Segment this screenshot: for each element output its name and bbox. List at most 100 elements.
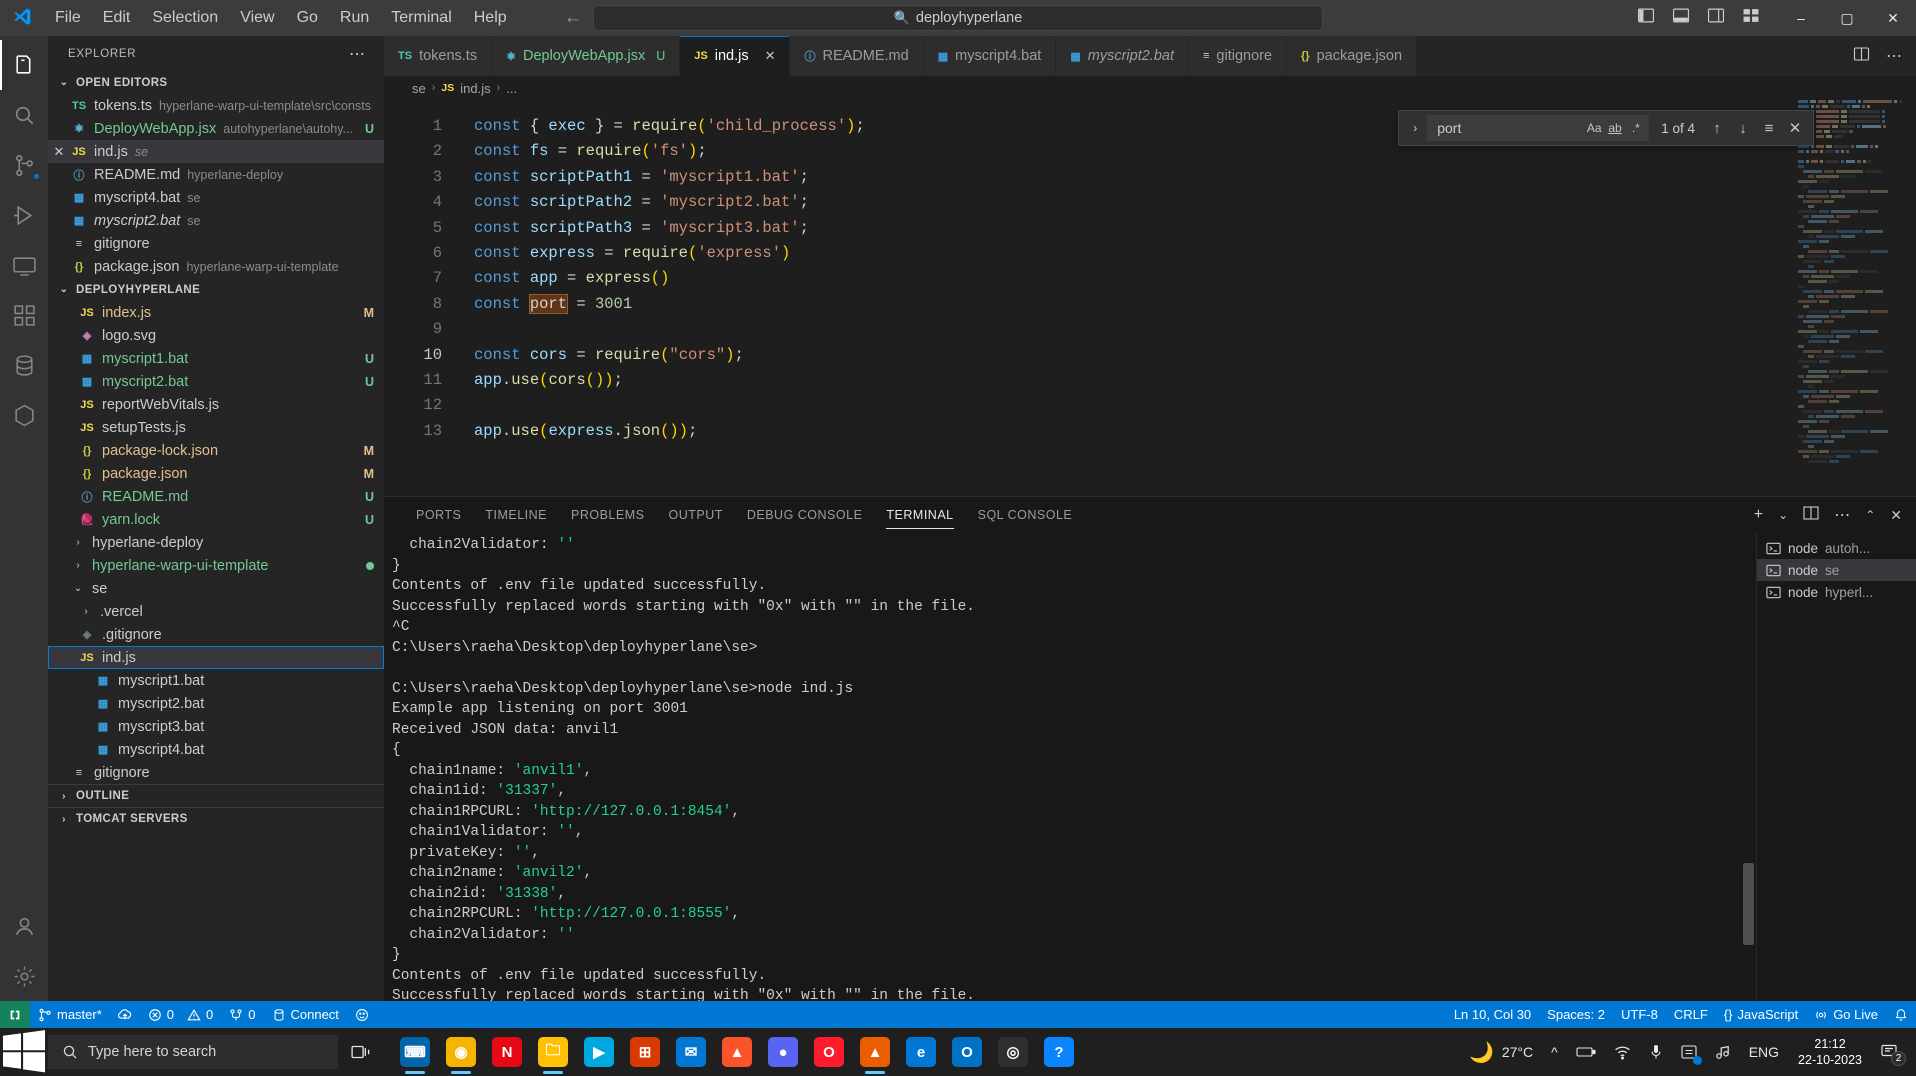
file-item[interactable]: 🧶 yarn.lock U bbox=[48, 508, 384, 531]
status-smiley[interactable] bbox=[347, 1001, 377, 1028]
activity-hyperlane[interactable] bbox=[0, 390, 48, 440]
microphone-icon[interactable] bbox=[1640, 1028, 1672, 1076]
activity-settings[interactable] bbox=[0, 951, 48, 1001]
wifi-icon[interactable] bbox=[1605, 1028, 1640, 1076]
terminal-tab[interactable]: node se bbox=[1757, 559, 1916, 581]
minimize-button[interactable]: – bbox=[1778, 0, 1824, 36]
open-editor-item[interactable]: ≡ gitignore bbox=[48, 232, 384, 255]
file-item[interactable]: JS index.js M bbox=[48, 301, 384, 324]
match-case-icon[interactable]: Aa bbox=[1586, 118, 1603, 139]
file-item[interactable]: {} package.json M bbox=[48, 462, 384, 485]
toggle-panel-icon[interactable] bbox=[1672, 7, 1690, 29]
breadcrumb-symbols[interactable]: ... bbox=[506, 81, 517, 96]
activity-run-and-debug[interactable] bbox=[0, 190, 48, 240]
activity-source-control[interactable] bbox=[0, 140, 48, 190]
open-editor-item[interactable]: ⚛ DeployWebApp.jsx autohyperlane\autohy...… bbox=[48, 117, 384, 140]
menu-terminal[interactable]: Terminal bbox=[380, 5, 462, 31]
taskbar-app-prime-video[interactable]: ▶ bbox=[576, 1028, 622, 1076]
more-actions-icon[interactable]: ⋯ bbox=[1834, 505, 1850, 525]
menu-selection[interactable]: Selection bbox=[141, 5, 229, 31]
file-item[interactable]: ◈ .gitignore bbox=[48, 623, 384, 646]
regex-icon[interactable]: .* bbox=[1627, 118, 1644, 139]
taskbar-app-microsoft-store[interactable]: ⊞ bbox=[622, 1028, 668, 1076]
close-button[interactable]: ✕ bbox=[1870, 0, 1916, 36]
find-previous-icon[interactable]: ↑ bbox=[1705, 116, 1729, 140]
taskbar-app-brave[interactable]: ▲ bbox=[714, 1028, 760, 1076]
activity-remote-explorer[interactable] bbox=[0, 240, 48, 290]
editor-tab[interactable]: TS tokens.ts bbox=[384, 36, 493, 76]
taskbar-app-vscode[interactable]: ⌨ bbox=[392, 1028, 438, 1076]
ellipsis-icon[interactable]: ⋯ bbox=[1886, 46, 1902, 66]
close-icon[interactable]: ✕ bbox=[1783, 116, 1807, 140]
editor-tab[interactable]: ⚛ DeployWebApp.jsx U bbox=[492, 36, 681, 76]
weather-widget[interactable]: 🌙 27°C bbox=[1460, 1028, 1542, 1076]
status-sync[interactable] bbox=[110, 1001, 140, 1028]
remote-window-icon[interactable] bbox=[0, 1001, 30, 1028]
maximize-button[interactable]: ▢ bbox=[1824, 0, 1870, 36]
panel-tab-problems[interactable]: PROBLEMS bbox=[559, 497, 656, 533]
status-cursor-position[interactable]: Ln 10, Col 30 bbox=[1446, 1001, 1539, 1028]
terminal-tab[interactable]: node autoh... bbox=[1757, 537, 1916, 559]
taskbar-app-mail[interactable]: ✉ bbox=[668, 1028, 714, 1076]
task-view-icon[interactable] bbox=[338, 1043, 386, 1061]
close-icon[interactable]: ✕ bbox=[765, 48, 776, 64]
file-item[interactable]: JS ind.js bbox=[48, 646, 384, 669]
command-center[interactable]: 🔍 deployhyperlane bbox=[593, 5, 1323, 31]
taskbar-app-obs[interactable]: ◎ bbox=[990, 1028, 1036, 1076]
editor-tab[interactable]: ≡ gitignore bbox=[1188, 36, 1288, 76]
find-input-wrapper[interactable]: Aa ab .* bbox=[1427, 115, 1650, 141]
taskbar-app-netflix[interactable]: N bbox=[484, 1028, 530, 1076]
folder-item[interactable]: › .vercel bbox=[48, 600, 384, 623]
open-editor-item[interactable]: {} package.json hyperlane-warp-ui-template bbox=[48, 255, 384, 278]
activity-explorer[interactable] bbox=[0, 40, 48, 90]
maximize-panel-icon[interactable]: ⌃ bbox=[1865, 508, 1875, 522]
menu-go[interactable]: Go bbox=[286, 5, 329, 31]
file-item[interactable]: JS reportWebVitals.js bbox=[48, 393, 384, 416]
file-item[interactable]: ◈ logo.svg bbox=[48, 324, 384, 347]
menu-help[interactable]: Help bbox=[463, 5, 518, 31]
section-open-editors[interactable]: ⌄ OPEN EDITORS bbox=[48, 71, 384, 94]
menu-file[interactable]: File bbox=[44, 5, 92, 31]
open-editor-item[interactable]: ▦ myscript2.bat se bbox=[48, 209, 384, 232]
taskbar-app-discord[interactable]: ● bbox=[760, 1028, 806, 1076]
file-item[interactable]: {} package-lock.json M bbox=[48, 439, 384, 462]
folder-item[interactable]: › hyperlane-warp-ui-template bbox=[48, 554, 384, 577]
open-editor-item[interactable]: ⓘ README.md hyperlane-deploy bbox=[48, 163, 384, 186]
editor-tab[interactable]: ▦ myscript2.bat bbox=[1056, 36, 1189, 76]
file-item[interactable]: ▦ myscript4.bat bbox=[48, 738, 384, 761]
find-input[interactable] bbox=[1437, 120, 1582, 136]
taskbar-app-help[interactable]: ? bbox=[1036, 1028, 1082, 1076]
taskbar-search[interactable]: Type here to search bbox=[48, 1035, 338, 1069]
new-terminal-icon[interactable]: + bbox=[1754, 506, 1763, 524]
status-problems[interactable]: 0 0 bbox=[140, 1001, 221, 1028]
editor-tab[interactable]: ⓘ README.md bbox=[790, 36, 924, 76]
terminal-dropdown-icon[interactable]: ⌄ bbox=[1778, 508, 1788, 522]
activity-extensions[interactable] bbox=[0, 290, 48, 340]
activity-database[interactable] bbox=[0, 340, 48, 390]
taskbar-app-opera[interactable]: O bbox=[806, 1028, 852, 1076]
editor-tab[interactable]: JS ind.js ✕ bbox=[680, 36, 791, 76]
folder-item[interactable]: › hyperlane-deploy bbox=[48, 531, 384, 554]
file-item[interactable]: ⓘ README.md U bbox=[48, 485, 384, 508]
section-workspace[interactable]: ⌄ DEPLOYHYPERLANE bbox=[48, 278, 384, 301]
status-connect[interactable]: Connect bbox=[264, 1001, 347, 1028]
find-in-selection-icon[interactable]: ≡ bbox=[1757, 116, 1781, 140]
file-item[interactable]: ≡ gitignore bbox=[48, 761, 384, 784]
menu-view[interactable]: View bbox=[229, 5, 285, 31]
editor-tab[interactable]: ▦ myscript4.bat bbox=[923, 36, 1057, 76]
split-editor-icon[interactable] bbox=[1853, 46, 1870, 67]
minimap[interactable] bbox=[1794, 100, 1902, 496]
taskbar-app-chrome[interactable]: ◉ bbox=[438, 1028, 484, 1076]
terminal-output[interactable]: chain2Validator: '' } Contents of .env f… bbox=[392, 533, 1756, 1001]
toggle-primary-sidebar-icon[interactable] bbox=[1637, 7, 1655, 29]
breadcrumb-file[interactable]: ind.js bbox=[460, 81, 490, 96]
panel-tab-debug-console[interactable]: DEBUG CONSOLE bbox=[735, 497, 875, 533]
status-language-mode[interactable]: {} JavaScript bbox=[1716, 1001, 1806, 1028]
status-indentation[interactable]: Spaces: 2 bbox=[1539, 1001, 1613, 1028]
close-panel-icon[interactable]: ✕ bbox=[1890, 507, 1902, 524]
menu-run[interactable]: Run bbox=[329, 5, 380, 31]
menu-edit[interactable]: Edit bbox=[92, 5, 142, 31]
open-editor-item[interactable]: ▦ myscript4.bat se bbox=[48, 186, 384, 209]
onedrive-icon[interactable] bbox=[1672, 1028, 1706, 1076]
chevron-up-icon[interactable]: ^ bbox=[1542, 1028, 1567, 1076]
